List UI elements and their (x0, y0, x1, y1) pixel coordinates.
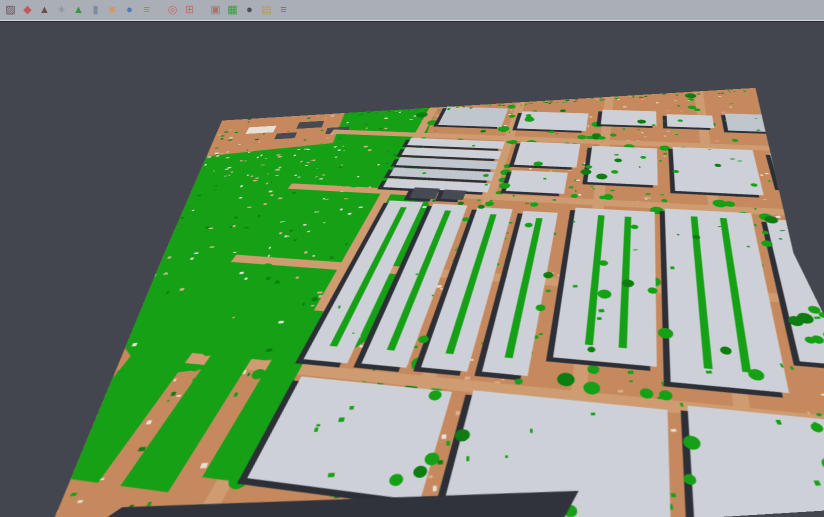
flag-tool-icon: ≡ (280, 5, 286, 16)
point-density-button[interactable]: ∗ (54, 2, 69, 19)
point-density-icon: ∗ (57, 5, 66, 16)
classification-list-icon: ≡ (143, 5, 149, 16)
label-tool-button[interactable]: ▤ (259, 2, 274, 19)
label-tool-icon: ▤ (261, 5, 271, 16)
transform-button[interactable]: ◆ (20, 2, 35, 19)
terrain-icon: ▲ (39, 5, 50, 16)
toolbar-group: ◎⊞ (164, 2, 198, 19)
clip-box-icon: ▣ (210, 5, 220, 16)
toolbar-group: ▣ ▦ ● ▤ ≡ (207, 2, 292, 19)
circle-selection-icon: ◎ (168, 5, 178, 16)
transform-icon: ◆ (23, 5, 31, 16)
circle-selection-button[interactable]: ◎ (165, 2, 180, 19)
ground-class-button[interactable]: ■ (105, 2, 120, 19)
3d-viewport[interactable] (0, 23, 824, 517)
globe-icon: ● (126, 5, 133, 16)
vegetation-class-button[interactable]: ▲ (71, 2, 86, 19)
profile-panel-icon: ▮ (92, 5, 98, 16)
vegetation-class-icon: ▲ (73, 5, 84, 16)
globe-button[interactable]: ● (122, 2, 137, 19)
rectangle-selection-button[interactable]: ⊞ (182, 2, 197, 19)
point-cloud-render (0, 88, 824, 517)
import-icon: ▨ (5, 5, 15, 16)
sphere-render-button[interactable]: ● (242, 2, 257, 19)
point-cloud-map (0, 88, 824, 517)
sphere-render-icon: ● (246, 5, 253, 16)
app-window: ▨◆▲∗▲▮■●≡◎⊞▣▦●▤≡ (0, 0, 824, 517)
flag-tool-button[interactable]: ≡ (276, 2, 291, 19)
main-toolbar: ▨◆▲∗▲▮■●≡◎⊞▣▦●▤≡ (0, 0, 824, 21)
profile-panel-button[interactable]: ▮ (88, 2, 103, 19)
ground-class-icon: ■ (109, 5, 116, 16)
classification-list-button[interactable]: ≡ (139, 2, 154, 19)
terrain-tile (0, 88, 824, 517)
rectangle-selection-icon: ⊞ (185, 5, 194, 16)
classified-view-icon: ▦ (227, 5, 237, 16)
terrain-button[interactable]: ▲ (37, 2, 52, 19)
clip-box-button[interactable]: ▣ (208, 2, 223, 19)
import-button[interactable]: ▨ (3, 2, 18, 19)
classified-view-button[interactable]: ▦ (225, 2, 240, 19)
toolbar-group: ▨ ◆ ▲ ∗ ▲ ▮ ■ ● ≡ (2, 2, 155, 19)
